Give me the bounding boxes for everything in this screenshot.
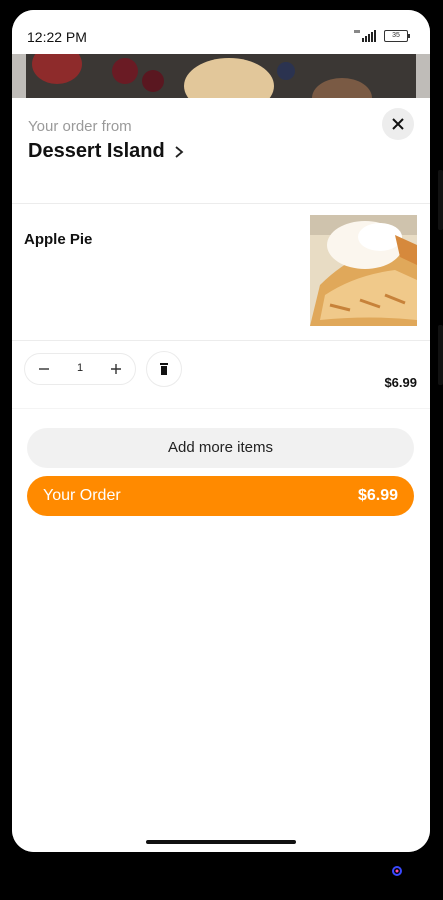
order-total: $6.99 [357, 487, 398, 504]
chevron-right-icon [175, 145, 184, 158]
store-name: Dessert Island [28, 140, 165, 162]
order-sheet: Your order from Dessert Island Apple Pie [12, 98, 430, 852]
status-bar: 12:22 PM 35 [12, 10, 430, 54]
divider [12, 408, 430, 409]
hero-pie [184, 58, 274, 98]
trash-icon [160, 363, 168, 375]
delete-item-button[interactable] [146, 351, 182, 387]
hero-edge-left [12, 54, 26, 98]
status-time: 12:22 PM [27, 29, 87, 45]
item-price: $6.99 [384, 375, 417, 390]
hero-cherry [112, 58, 138, 84]
decrease-button[interactable] [29, 354, 59, 384]
apple-pie-image [310, 215, 417, 326]
signal-icon [354, 30, 376, 42]
assistant-icon [392, 866, 402, 876]
divider [12, 340, 430, 341]
hero-cherry [142, 70, 164, 92]
battery-icon: 35 [384, 30, 410, 42]
volume-button [438, 170, 443, 230]
hero-berry-tart [32, 54, 82, 84]
quantity-value: 1 [76, 362, 84, 374]
home-indicator[interactable] [146, 840, 296, 844]
hero-edge-right [416, 54, 430, 98]
increase-button[interactable] [101, 354, 131, 384]
cart-item-name: Apple Pie [24, 231, 93, 248]
quantity-stepper: 1 [24, 353, 136, 385]
add-more-items-button[interactable]: Add more items [27, 428, 414, 468]
close-icon [392, 118, 404, 130]
plus-icon [111, 364, 121, 374]
minus-icon [39, 368, 49, 370]
store-link[interactable]: Dessert Island [28, 140, 185, 163]
phone-screen: 12:22 PM 35 Your order from Dessert Isla… [12, 10, 430, 852]
your-order-button[interactable]: Your Order $6.99 [27, 476, 414, 516]
store-hero-image [12, 54, 430, 98]
power-button [438, 325, 443, 385]
divider [12, 203, 430, 204]
hero-pastry [312, 78, 372, 98]
hero-blueberry [277, 62, 295, 80]
your-order-label: Your Order [43, 487, 121, 504]
order-from-label: Your order from [28, 118, 132, 135]
close-button[interactable] [382, 108, 414, 140]
